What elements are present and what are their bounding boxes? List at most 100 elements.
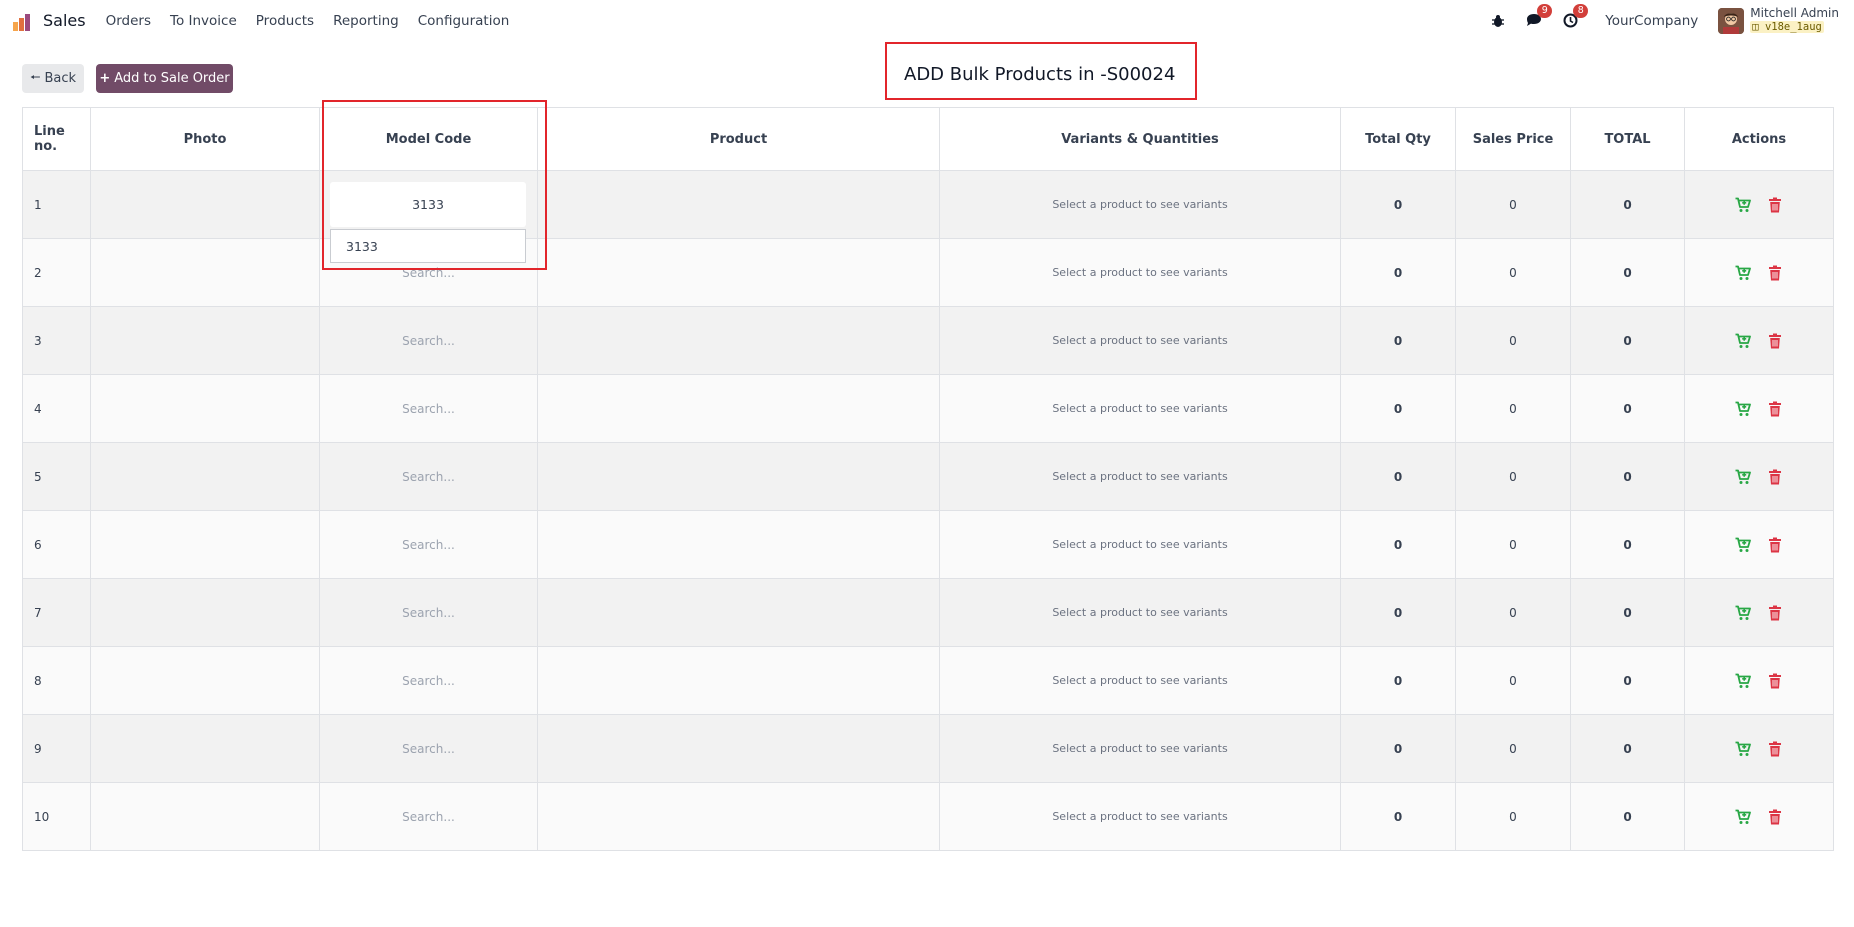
cell-actions <box>1684 442 1834 511</box>
cart-plus-icon[interactable] <box>1735 809 1751 825</box>
cart-plus-icon[interactable] <box>1735 197 1751 213</box>
row-actions <box>1685 197 1833 213</box>
cell-photo <box>90 782 320 851</box>
cell-model-code[interactable]: Search... <box>319 578 538 647</box>
company-switcher[interactable]: YourCompany <box>1605 13 1698 29</box>
cell-model-code[interactable]: Search... <box>319 510 538 579</box>
trash-icon[interactable] <box>1767 537 1783 553</box>
cell-photo <box>90 238 320 307</box>
cart-plus-icon[interactable] <box>1735 605 1751 621</box>
cell-actions <box>1684 374 1834 443</box>
menu-reporting[interactable]: Reporting <box>333 13 399 29</box>
top-navbar: Sales Orders To Invoice Products Reporti… <box>0 0 1854 41</box>
row-actions <box>1685 809 1833 825</box>
cell-product <box>537 306 940 375</box>
cell-sales-price: 0 <box>1455 170 1571 239</box>
cell-photo <box>90 646 320 715</box>
model-code-search-placeholder[interactable]: Search... <box>402 402 455 416</box>
cart-plus-icon[interactable] <box>1735 469 1751 485</box>
activities-badge: 8 <box>1573 3 1589 18</box>
cell-product <box>537 510 940 579</box>
cell-model-code[interactable]: Search... <box>319 782 538 851</box>
cart-plus-icon[interactable] <box>1735 333 1751 349</box>
messages-button[interactable]: 9 <box>1523 3 1553 31</box>
row-actions <box>1685 537 1833 553</box>
table-row: 7 Search... Select a product to see vari… <box>22 578 1834 647</box>
cell-variants: Select a product to see variants <box>939 170 1341 239</box>
header-sales-price: Sales Price <box>1455 107 1571 171</box>
systray: 9 8 YourCompany Mitchell Admin ◫ v18e_1a… <box>1487 0 1839 41</box>
back-button[interactable]: 🠔 Back <box>22 64 84 93</box>
header-actions: Actions <box>1684 107 1834 171</box>
model-code-search-placeholder[interactable]: Search... <box>402 470 455 484</box>
cell-model-code[interactable]: Search... <box>319 646 538 715</box>
app-brand[interactable]: Sales <box>13 11 106 31</box>
model-code-search-placeholder[interactable]: Search... <box>402 674 455 688</box>
trash-icon[interactable] <box>1767 809 1783 825</box>
trash-icon[interactable] <box>1767 333 1783 349</box>
cell-model-code[interactable]: Search... <box>319 714 538 783</box>
cell-product <box>537 442 940 511</box>
trash-icon[interactable] <box>1767 673 1783 689</box>
cell-total-qty: 0 <box>1340 646 1456 715</box>
model-code-search-placeholder[interactable]: Search... <box>402 538 455 552</box>
cart-plus-icon[interactable] <box>1735 741 1751 757</box>
trash-icon[interactable] <box>1767 741 1783 757</box>
db-name: ◫ v18e_1aug <box>1750 21 1824 33</box>
trash-icon[interactable] <box>1767 605 1783 621</box>
cell-model-code[interactable]: Search... <box>319 442 538 511</box>
cell-model-code[interactable]: Search... <box>319 374 538 443</box>
cell-variants: Select a product to see variants <box>939 374 1341 443</box>
trash-icon[interactable] <box>1767 401 1783 417</box>
menu-to-invoice[interactable]: To Invoice <box>170 13 237 29</box>
cell-total-qty: 0 <box>1340 170 1456 239</box>
trash-icon[interactable] <box>1767 469 1783 485</box>
table-row: 6 Search... Select a product to see vari… <box>22 510 1834 579</box>
cell-actions <box>1684 170 1834 239</box>
header-variants: Variants & Quantities <box>939 107 1341 171</box>
cart-plus-icon[interactable] <box>1735 401 1751 417</box>
cell-actions <box>1684 714 1834 783</box>
model-code-search-placeholder[interactable]: Search... <box>402 742 455 756</box>
cart-plus-icon[interactable] <box>1735 537 1751 553</box>
cell-photo <box>90 578 320 647</box>
back-label: Back <box>44 71 77 86</box>
cell-total-qty: 0 <box>1340 714 1456 783</box>
avatar[interactable] <box>1718 7 1745 34</box>
menu-configuration[interactable]: Configuration <box>418 13 510 29</box>
activities-button[interactable]: 8 <box>1559 3 1589 31</box>
cart-plus-icon[interactable] <box>1735 265 1751 281</box>
cell-total: 0 <box>1570 306 1685 375</box>
database-label: ◫ v18e_1aug <box>1750 20 1839 34</box>
cell-product <box>537 714 940 783</box>
cell-variants: Select a product to see variants <box>939 306 1341 375</box>
table-row: 5 Search... Select a product to see vari… <box>22 442 1834 511</box>
cell-actions <box>1684 510 1834 579</box>
model-code-search-placeholder[interactable]: Search... <box>402 606 455 620</box>
cell-total: 0 <box>1570 170 1685 239</box>
user-menu[interactable]: Mitchell Admin ◫ v18e_1aug <box>1750 7 1839 34</box>
debug-icon[interactable] <box>1487 11 1509 31</box>
add-to-sale-order-button[interactable]: + Add to Sale Order <box>96 64 233 93</box>
cell-model-code[interactable]: Search... <box>319 306 538 375</box>
cell-product <box>537 238 940 307</box>
cart-plus-icon[interactable] <box>1735 673 1751 689</box>
add-to-sale-order-label: Add to Sale Order <box>114 71 230 86</box>
cell-total: 0 <box>1570 442 1685 511</box>
menu-orders[interactable]: Orders <box>106 13 151 29</box>
cell-line-no: 1 <box>22 170 91 239</box>
user-name: Mitchell Admin <box>1750 6 1839 20</box>
trash-icon[interactable] <box>1767 265 1783 281</box>
trash-icon[interactable] <box>1767 197 1783 213</box>
menu-products[interactable]: Products <box>256 13 314 29</box>
cell-sales-price: 0 <box>1455 238 1571 307</box>
cell-total-qty: 0 <box>1340 510 1456 579</box>
cell-sales-price: 0 <box>1455 714 1571 783</box>
cell-sales-price: 0 <box>1455 510 1571 579</box>
cell-product <box>537 374 940 443</box>
cell-actions <box>1684 238 1834 307</box>
cell-photo <box>90 442 320 511</box>
model-code-search-placeholder[interactable]: Search... <box>402 810 455 824</box>
row-actions <box>1685 741 1833 757</box>
model-code-search-placeholder[interactable]: Search... <box>402 334 455 348</box>
